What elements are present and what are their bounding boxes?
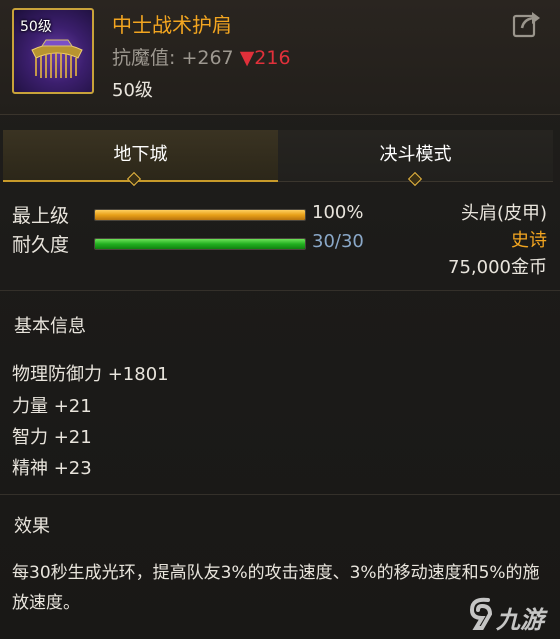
durability-bar [94,238,306,250]
tab-dungeon[interactable]: 地下城 [3,130,278,182]
item-tooltip-panel: 50级 中士战术护肩 抗魔值: +267 ▼216 50级 地下城 决斗模式 最… [0,0,560,639]
basic-info-title: 基本信息 [14,316,86,337]
jiuyou-logo-icon [469,597,493,630]
resistance-value: +267 [181,47,234,69]
effect-description: 每30秒生成光环，提高队友3%的攻击速度、3%的移动速度和5%的施放速度。 [12,563,540,613]
durability-bar-row: 耐久度 30/30 [0,230,400,258]
resistance-delta: ▼216 [239,47,291,69]
attribute-spirit: 精神 +23 [12,458,92,479]
divider [0,494,560,495]
level-bar-value: 100% [312,202,364,223]
item-level-badge: 50级 [20,19,52,35]
resistance-label: 抗魔值: [112,47,176,69]
attribute-physical-defense: 物理防御力 +1801 [12,364,169,385]
effect-title: 效果 [14,516,50,537]
attribute-strength: 力量 +21 [12,396,92,417]
item-slot: 头肩(皮甲) [460,203,547,224]
attribute-intelligence: 智力 +21 [12,427,92,448]
level-bar-label: 最上级 [12,205,70,227]
jiuyou-watermark: 九游 [466,596,558,636]
shoulder-armor-icon [31,39,83,78]
item-rarity: 史诗 [511,230,547,251]
durability-bar-label: 耐久度 [12,234,70,256]
share-icon[interactable] [512,10,542,38]
resistance-stat: 抗魔值: +267 ▼216 [112,43,291,70]
item-price: 75,000金币 [448,257,547,278]
item-icon: 50级 [12,8,94,94]
item-name: 中士战术护肩 [112,13,232,37]
watermark-text: 九游 [496,606,544,634]
item-level: 50级 [112,80,153,101]
durability-bar-fill [95,239,305,249]
level-bar [94,209,306,221]
level-bar-row: 最上级 100% [0,201,400,229]
item-header: 50级 中士战术护肩 抗魔值: +267 ▼216 50级 [0,0,560,115]
mode-tabs: 地下城 决斗模式 [0,130,560,182]
level-bar-fill [95,210,305,220]
durability-bar-value: 30/30 [312,231,364,252]
divider [0,290,560,291]
